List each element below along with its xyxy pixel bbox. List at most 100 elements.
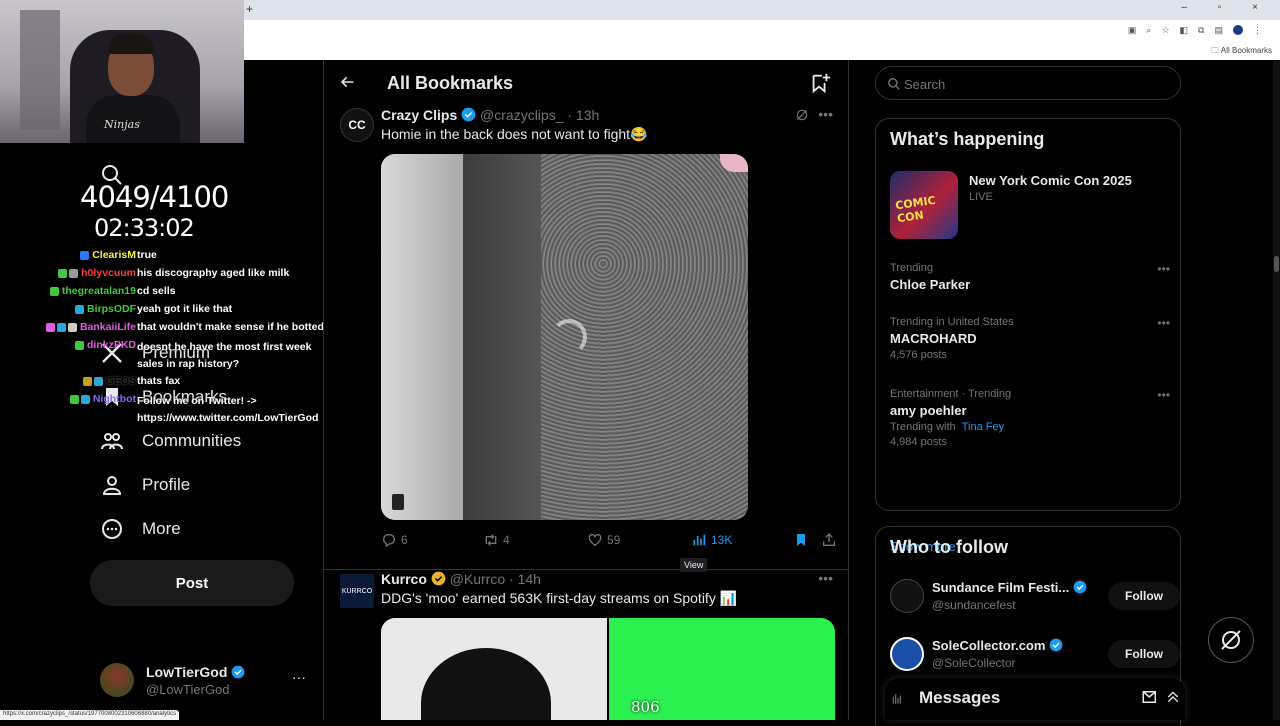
tweet-image[interactable]: 806: [381, 618, 835, 720]
new-bookmark-folder-icon[interactable]: [809, 72, 831, 94]
loading-spinner-icon: [551, 319, 587, 355]
streamer-hair: [108, 34, 154, 54]
grok-button[interactable]: [1208, 617, 1254, 663]
tweet-video[interactable]: [381, 154, 748, 520]
analytics-icon: [693, 534, 706, 546]
verified-badge-icon: [231, 665, 245, 679]
grok-icon[interactable]: [795, 108, 809, 122]
trend-context: Trending in United States: [890, 316, 1014, 328]
suggestion-handle: @sundancefest: [932, 598, 1016, 612]
trend-item[interactable]: Entertainment · Trending amy poehler Tre…: [890, 388, 1170, 448]
nav-profile[interactable]: Profile: [100, 473, 190, 497]
chat-badges: [58, 268, 79, 278]
video-control-icon[interactable]: [392, 494, 404, 510]
extension-icon[interactable]: ◧: [1180, 25, 1189, 36]
chat-text: true: [137, 249, 157, 261]
suggestion-name: SoleCollector.com: [932, 638, 1063, 653]
bookmark-button[interactable]: [793, 532, 809, 548]
reply-button[interactable]: 6: [381, 532, 408, 548]
chat-message: BankaiiLife that wouldn't make sense if h…: [30, 319, 330, 337]
chevron-up-icon[interactable]: [1165, 688, 1181, 706]
suggestion-handle: @SoleCollector: [932, 656, 1016, 670]
account-switcher[interactable]: LowTierGod @LowTierGod ···: [100, 663, 310, 703]
messages-drawer[interactable]: Messages: [885, 678, 1185, 720]
tweet-avatar[interactable]: KURRCO: [340, 574, 374, 608]
chat-text: thats fax: [137, 375, 181, 387]
chat-username: BirpsODF: [74, 303, 136, 315]
repost-count: 4: [503, 533, 510, 547]
tweet[interactable]: CC Crazy Clips @crazyclips_ · 13h ••• Ho…: [324, 106, 848, 572]
tweet-text: DDG's 'moo' earned 563K first-day stream…: [381, 590, 738, 606]
nav-more[interactable]: More: [100, 517, 181, 541]
trend-item[interactable]: Trending in United States MACROHARD 4,57…: [890, 316, 1170, 361]
tweet-author-name[interactable]: Crazy Clips: [381, 107, 457, 123]
tweet-more-icon[interactable]: •••: [818, 106, 833, 122]
follow-suggestion[interactable]: SoleCollector.com @SoleCollector Follow: [890, 637, 1180, 677]
puzzle-icon[interactable]: ⧉: [1198, 25, 1204, 36]
back-arrow-icon[interactable]: [340, 74, 356, 90]
follow-button[interactable]: Follow: [1108, 640, 1180, 668]
trend-more-icon[interactable]: •••: [1157, 388, 1170, 402]
sidebar-icon[interactable]: ▤: [1214, 25, 1223, 36]
event-title[interactable]: New York Comic Con 2025: [969, 173, 1132, 188]
tweet-author-name[interactable]: Kurrco: [381, 571, 427, 587]
verified-badge-icon: [1049, 638, 1063, 652]
chat-message: dinkzPKD doesnt he have the most first we…: [30, 337, 330, 373]
install-app-icon[interactable]: ▣: [1128, 25, 1137, 36]
chat-text: Follow me on Twitter! -> https://www.twi…: [137, 395, 319, 424]
nav-communities-label: Communities: [142, 431, 242, 450]
search-input[interactable]: [904, 74, 1164, 94]
repost-button[interactable]: 4: [483, 532, 510, 548]
search-icon: [888, 78, 900, 90]
cat-tower: [20, 10, 60, 130]
trend-more-icon[interactable]: •••: [1157, 316, 1170, 330]
chat-badges: [69, 394, 90, 404]
chat-badge-icon: [49, 286, 59, 296]
chat-username: ClearisM: [80, 249, 136, 261]
timeline-header: All Bookmarks: [324, 60, 848, 106]
toolbar-icons: ▣ ⌕ ☆ ◧ ⧉ ▤ ⋮: [1128, 25, 1262, 36]
post-button[interactable]: Post: [90, 560, 294, 606]
account-more-icon[interactable]: ···: [292, 669, 306, 685]
nav-communities[interactable]: Communities: [100, 429, 241, 453]
zoom-icon[interactable]: ⌕: [1146, 25, 1151, 36]
profile-avatar[interactable]: [1233, 25, 1243, 35]
all-bookmarks-folder[interactable]: 🗀 All Bookmarks: [1211, 45, 1272, 59]
repost-icon: [485, 534, 497, 546]
chat-message: BirpsODF yeah got it like that: [30, 301, 330, 319]
follow-suggestion[interactable]: Sundance Film Festi... @sundancefest Fol…: [890, 579, 1180, 619]
chat-badge-icon: [67, 322, 77, 332]
chat-username-text: dinkzPKD: [86, 339, 136, 351]
chat-username-text: BankaiiLife: [79, 321, 136, 333]
image-left: [381, 618, 607, 720]
tweet[interactable]: KURRCO Kurrco @Kurrco · 14h ••• DDG's 'm…: [324, 570, 848, 720]
browser-menu-icon[interactable]: ⋮: [1253, 25, 1262, 36]
star-icon[interactable]: ☆: [1161, 25, 1169, 36]
tweet-more-icon[interactable]: •••: [818, 570, 833, 586]
event-thumbnail[interactable]: COMIC CON: [890, 171, 958, 239]
views-button[interactable]: 13K: [691, 532, 732, 548]
trend-item[interactable]: Trending Chloe Parker •••: [890, 262, 1170, 292]
new-tab-button[interactable]: +: [246, 2, 253, 16]
like-button[interactable]: 59: [587, 532, 620, 548]
whats-happening-card: What’s happening COMIC CON New York Comi…: [875, 118, 1181, 554]
chat-username: h0lyvcuum: [58, 267, 136, 279]
window-controls[interactable]: – ▫ ×: [1181, 2, 1272, 13]
trend-title: Chloe Parker: [890, 277, 971, 292]
follow-button[interactable]: Follow: [1108, 582, 1180, 610]
share-button[interactable]: [821, 532, 837, 548]
scrollbar-thumb[interactable]: [1274, 256, 1279, 272]
page-scrollbar[interactable]: [1273, 60, 1280, 720]
chat-message: thegreatalan19 cd sells: [30, 283, 330, 301]
search-box[interactable]: [875, 66, 1181, 100]
tweet-avatar[interactable]: CC: [340, 108, 374, 142]
new-message-icon[interactable]: [1141, 688, 1159, 706]
grok-icon: [1221, 630, 1241, 650]
communities-icon: [101, 433, 123, 450]
trend-with-link[interactable]: Tina Fey: [962, 421, 1004, 433]
stream-timer: 02:33:02: [94, 214, 195, 242]
messages-avatar-icon: [892, 694, 901, 704]
trend-more-icon[interactable]: •••: [1157, 262, 1170, 276]
profile-icon: [102, 476, 122, 495]
chat-username-text: Nightbot: [92, 393, 136, 405]
